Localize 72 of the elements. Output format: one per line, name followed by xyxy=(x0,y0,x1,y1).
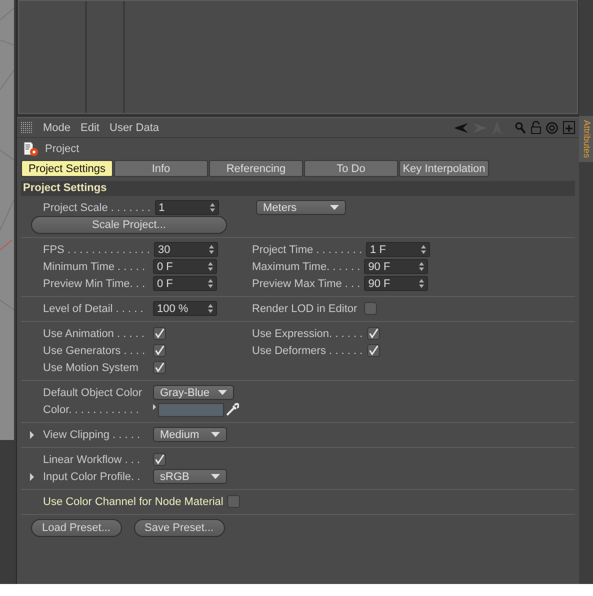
field-label: Level of Detail . . . . . xyxy=(43,302,144,314)
spinner-icon[interactable] xyxy=(210,203,215,212)
scale-project-button[interactable]: Scale Project... xyxy=(31,216,227,234)
object-name: Project xyxy=(45,143,80,155)
field-label: Input Color Profile. . xyxy=(43,470,142,482)
number-field[interactable]: 0 F xyxy=(153,259,217,274)
field-label: Use Deformers . . . . . . xyxy=(252,344,363,356)
field-label: Minimum Time . . . . . xyxy=(43,260,146,272)
number-field[interactable]: 1 F xyxy=(366,242,430,257)
spinner-icon[interactable] xyxy=(208,304,213,313)
field-label: Preview Max Time . . . xyxy=(252,278,360,290)
tab[interactable]: To Do xyxy=(304,160,398,177)
load-preset-button[interactable]: Load Preset... xyxy=(31,519,122,537)
section-header: Project Settings xyxy=(21,181,575,196)
menu-item[interactable]: Mode xyxy=(43,122,71,134)
spinner-icon[interactable] xyxy=(421,245,426,254)
dropdown[interactable]: Medium xyxy=(153,427,227,442)
field-label: Use Generators . . . . xyxy=(43,344,146,356)
spinner-icon[interactable] xyxy=(419,262,424,271)
checkbox[interactable] xyxy=(366,344,380,357)
expand-arrow-icon[interactable] xyxy=(30,472,34,480)
number-field[interactable]: 30 xyxy=(154,242,218,257)
tab[interactable]: Project Settings xyxy=(21,160,113,177)
expand-arrow-icon[interactable] xyxy=(30,430,34,438)
caret-icon xyxy=(218,390,227,395)
field-label: Default Object Color xyxy=(43,386,144,398)
number-field[interactable]: 90 F xyxy=(364,276,428,291)
caret-icon xyxy=(211,432,220,437)
dropdown[interactable]: Meters xyxy=(256,200,346,215)
field-label: Render LOD in Editor xyxy=(252,302,358,314)
number-field[interactable]: 100 % xyxy=(153,301,217,316)
spinner-icon[interactable] xyxy=(208,245,214,254)
field-label: Use Motion System xyxy=(43,362,140,374)
field-label: Preview Min Time. . . xyxy=(43,278,146,290)
checkbox[interactable] xyxy=(364,302,377,315)
checkbox[interactable] xyxy=(227,495,240,508)
checkbox[interactable] xyxy=(153,344,166,357)
checkbox[interactable] xyxy=(153,361,166,374)
side-tab[interactable]: Attributes xyxy=(579,116,593,162)
field-label: Use Expression. . . . . . xyxy=(252,328,363,340)
menu-item[interactable]: User Data xyxy=(110,122,160,134)
field-label: Project Time . . . . . . . . xyxy=(252,244,362,256)
caret-icon xyxy=(330,205,339,210)
field-label: Linear Workflow . . . xyxy=(43,454,141,466)
eyedropper-icon[interactable] xyxy=(226,403,239,416)
tab[interactable]: Key Interpolation xyxy=(399,160,489,177)
spinner-icon[interactable] xyxy=(208,279,213,288)
field-label: Maximum Time. . . . . . xyxy=(252,260,360,272)
color-swatch[interactable] xyxy=(158,402,224,416)
field-label: Color. . . . . . . . . . . . xyxy=(43,404,140,416)
save-preset-button[interactable]: Save Preset... xyxy=(134,519,225,537)
field-label: FPS . . . . . . . . . . . . . . xyxy=(43,244,150,256)
caret-icon xyxy=(211,474,220,479)
number-field[interactable]: 0 F xyxy=(153,276,217,291)
spinner-icon[interactable] xyxy=(208,262,213,271)
project-settings-icon xyxy=(23,141,39,157)
field-label: Use Color Channel for Node Material xyxy=(43,496,224,508)
checkbox[interactable] xyxy=(153,327,166,340)
field-label: Use Animation . . . . . xyxy=(43,328,146,340)
dropdown[interactable]: Gray-Blue xyxy=(153,385,234,400)
checkbox[interactable] xyxy=(153,453,166,466)
number-field[interactable]: 90 F xyxy=(364,259,428,274)
spinner-icon[interactable] xyxy=(419,279,424,288)
tab[interactable]: Referencing xyxy=(209,160,303,177)
number-field[interactable]: 1 xyxy=(154,200,219,215)
grip-icon[interactable] xyxy=(21,122,33,134)
checkbox[interactable] xyxy=(366,327,380,340)
field-label: Project Scale . . . . . . . xyxy=(43,202,151,214)
field-label: View Clipping . . . . . xyxy=(43,428,142,440)
menu-item[interactable]: Edit xyxy=(80,122,100,134)
dropdown[interactable]: sRGB xyxy=(153,469,227,484)
tab[interactable]: Info xyxy=(114,160,208,177)
